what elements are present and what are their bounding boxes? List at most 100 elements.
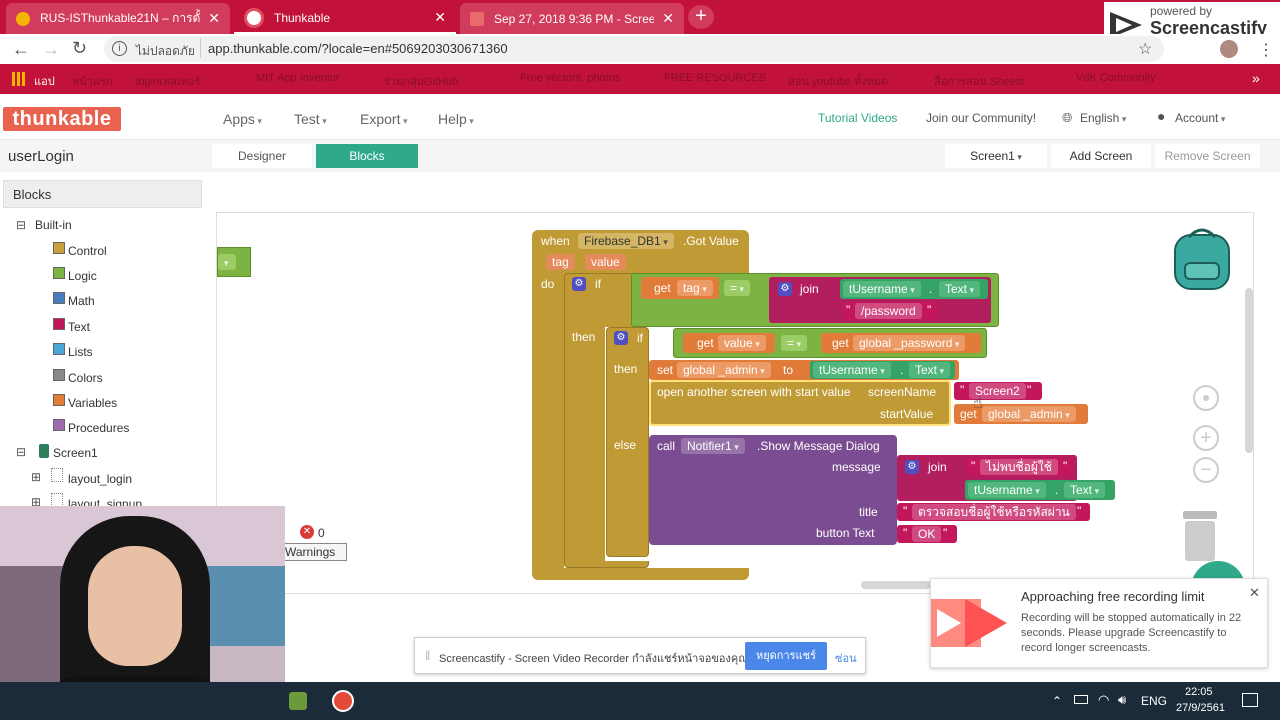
eq-operator-dropdown[interactable]: = bbox=[724, 280, 751, 296]
menu-export[interactable]: Export bbox=[360, 111, 408, 127]
thunkable-logo[interactable]: thunkable bbox=[3, 107, 121, 131]
clock-time[interactable]: 22:05 bbox=[1185, 686, 1213, 698]
bookmark[interactable]: MIT App Inventor bbox=[256, 72, 340, 84]
reload-icon[interactable]: ↻ bbox=[72, 38, 87, 59]
profile-avatar[interactable] bbox=[1220, 40, 1238, 58]
bookmark[interactable]: loginเทสเทอร์ bbox=[136, 72, 201, 90]
new-tab-button[interactable]: + bbox=[688, 5, 714, 29]
text-prop-dropdown[interactable]: Text bbox=[939, 281, 981, 297]
wifi-icon[interactable]: ◠ bbox=[1098, 692, 1109, 708]
button-text-label: button Text bbox=[816, 526, 875, 540]
add-screen-button[interactable]: Add Screen bbox=[1051, 144, 1151, 168]
param-value[interactable]: value bbox=[585, 254, 626, 270]
param-tag[interactable]: tag bbox=[546, 254, 575, 270]
global-admin-dropdown[interactable]: global _admin bbox=[982, 406, 1076, 422]
back-icon[interactable]: ← bbox=[12, 39, 30, 60]
star-icon[interactable]: ☆ bbox=[1138, 39, 1152, 59]
bookmark[interactable]: Free vectors, photos bbox=[520, 72, 620, 84]
horizontal-scrollbar[interactable] bbox=[861, 581, 931, 589]
tusername-dropdown[interactable]: tUsername bbox=[813, 362, 891, 378]
stop-sharing-button[interactable]: หยุดการแชร์ bbox=[745, 642, 827, 670]
close-icon[interactable]: ✕ bbox=[1249, 585, 1260, 601]
menu-apps[interactable]: Apps bbox=[223, 111, 262, 127]
blocks-tab[interactable]: Blocks bbox=[316, 144, 418, 168]
global-admin-dropdown[interactable]: global _admin bbox=[677, 362, 771, 378]
builtin-node[interactable]: Built-in bbox=[35, 218, 72, 232]
eq-operator-dropdown[interactable]: = bbox=[781, 335, 808, 351]
more-bookmarks-icon[interactable]: » bbox=[1252, 70, 1260, 86]
menu-help[interactable]: Help bbox=[438, 111, 474, 127]
language-select[interactable]: English bbox=[1080, 111, 1126, 125]
bookmark[interactable]: สื่อการสอน Sheets bbox=[934, 72, 1024, 90]
kebab-menu-icon[interactable]: ⋮ bbox=[1258, 40, 1274, 60]
expand-icon[interactable]: ⊞ bbox=[31, 470, 41, 484]
trash-icon[interactable] bbox=[1179, 509, 1221, 565]
clock-date[interactable]: 27/9/2561 bbox=[1176, 702, 1225, 714]
account-menu[interactable]: Account bbox=[1175, 111, 1225, 125]
action-center-icon[interactable] bbox=[1242, 693, 1258, 707]
component-dropdown[interactable]: Firebase_DB1 bbox=[578, 233, 674, 249]
tray-chevron-icon[interactable]: ⌃ bbox=[1052, 694, 1062, 708]
collapse-icon[interactable]: ⊟ bbox=[16, 218, 26, 232]
menu-test[interactable]: Test bbox=[294, 111, 327, 127]
designer-tab[interactable]: Designer bbox=[212, 144, 312, 168]
vertical-scrollbar[interactable] bbox=[1245, 288, 1253, 453]
title-string[interactable]: ตรวจสอบชื่อผู้ใช้หรือรหัสผ่าน bbox=[912, 504, 1076, 520]
text-prop-dropdown[interactable]: Text bbox=[1064, 482, 1106, 498]
bookmark[interactable]: แอป bbox=[34, 72, 55, 90]
tutorial-videos-link[interactable]: Tutorial Videos bbox=[818, 111, 897, 125]
omnibox[interactable]: i ไม่ปลอดภัย app.thunkable.com/?locale=e… bbox=[104, 36, 1164, 62]
mutator-gear-icon[interactable]: ⚙ bbox=[778, 282, 792, 296]
partial-dropdown[interactable] bbox=[218, 254, 236, 270]
url-text[interactable]: app.thunkable.com/?locale=en#50692030306… bbox=[208, 41, 508, 56]
battery-icon[interactable] bbox=[1074, 695, 1088, 704]
tusername-dropdown[interactable]: tUsername bbox=[968, 482, 1046, 498]
password-string[interactable]: /password bbox=[855, 303, 922, 319]
screen-select[interactable]: Screen1 bbox=[945, 144, 1047, 168]
not-found-string[interactable]: ไม่พบชื่อผู้ใช้ bbox=[980, 459, 1058, 475]
global-password-dropdown[interactable]: global _password bbox=[853, 335, 966, 351]
browser-taskbar-icon[interactable] bbox=[332, 690, 354, 712]
notification-title: Approaching free recording limit bbox=[1021, 589, 1205, 604]
mutator-gear-icon[interactable]: ⚙ bbox=[614, 331, 628, 345]
blocks-workspace[interactable]: when Firebase_DB1 .Got Value tag value d… bbox=[216, 212, 1254, 595]
community-link[interactable]: Join our Community! bbox=[926, 111, 1036, 125]
notifier-dropdown[interactable]: Notifier1 bbox=[681, 438, 745, 454]
tusername-dropdown[interactable]: tUsername bbox=[843, 281, 921, 297]
recenter-icon[interactable] bbox=[1193, 385, 1219, 411]
drive-icon bbox=[16, 11, 30, 26]
close-tab-icon[interactable]: ✕ bbox=[434, 9, 446, 26]
close-tab-icon[interactable]: ✕ bbox=[662, 10, 674, 27]
tag-dropdown[interactable]: tag bbox=[677, 280, 713, 296]
collapse-icon[interactable]: ⊟ bbox=[16, 445, 26, 459]
bookmark[interactable]: VdK Community bbox=[1076, 72, 1155, 84]
value-dropdown[interactable]: value bbox=[718, 335, 766, 351]
bookmark[interactable]: หน้าแรก bbox=[72, 72, 113, 90]
browser-tab-active[interactable]: Thunkable ✕ bbox=[234, 3, 456, 34]
drag-handle-icon[interactable]: ‖ bbox=[425, 648, 430, 663]
component-layout-login[interactable]: layout_login bbox=[68, 472, 132, 486]
info-icon[interactable]: i bbox=[112, 41, 127, 56]
remove-screen-button[interactable]: Remove Screen bbox=[1155, 144, 1260, 168]
forward-icon[interactable]: → bbox=[42, 39, 60, 60]
bookmark[interactable]: ร่วมกลุ่มGitHub bbox=[384, 72, 458, 90]
input-language[interactable]: ENG bbox=[1141, 694, 1167, 708]
browser-tab[interactable]: Sep 27, 2018 9:36 PM - Screencast ✕ bbox=[460, 3, 684, 34]
warnings-toggle-button[interactable]: Warnings bbox=[282, 543, 347, 561]
text-prop-dropdown[interactable]: Text bbox=[909, 362, 951, 378]
app-icon[interactable] bbox=[289, 692, 307, 710]
zoom-out-icon[interactable]: − bbox=[1193, 457, 1219, 483]
volume-icon[interactable]: 🔊︎ bbox=[1118, 692, 1126, 708]
bookmark[interactable]: สอน youtube ทั้งหมด bbox=[788, 72, 888, 90]
mutator-gear-icon[interactable]: ⚙ bbox=[905, 460, 919, 474]
bookmark[interactable]: FREE RESOURCES bbox=[664, 72, 766, 84]
hide-button[interactable]: ซ่อน bbox=[835, 649, 857, 667]
partial-logic-block[interactable] bbox=[217, 247, 251, 277]
backpack-icon[interactable] bbox=[1169, 225, 1235, 291]
zoom-in-icon[interactable]: + bbox=[1193, 425, 1219, 451]
browser-tab[interactable]: RUS-ISThunkable21N – การตั้งค่า ✕ bbox=[6, 3, 230, 34]
ok-string[interactable]: OK bbox=[912, 526, 942, 542]
screen1-node[interactable]: Screen1 bbox=[53, 446, 98, 460]
close-tab-icon[interactable]: ✕ bbox=[208, 10, 220, 27]
mutator-gear-icon[interactable]: ⚙ bbox=[572, 277, 586, 291]
